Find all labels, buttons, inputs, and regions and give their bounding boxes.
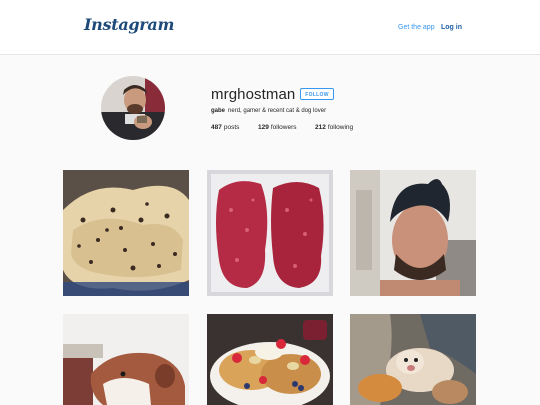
- follow-button[interactable]: FOLLOW: [300, 88, 334, 100]
- profile-bio: gabe nerd, gamer & recent cat & dog lover: [211, 108, 326, 114]
- post-thumbnail-cookie-dough[interactable]: [63, 170, 189, 296]
- followers-count: 129: [258, 124, 269, 131]
- post-thumbnail-ground-meat[interactable]: [207, 170, 333, 296]
- post-thumbnail-dog-lap[interactable]: [350, 314, 476, 405]
- posts-stat: 487 posts: [211, 124, 239, 131]
- instagram-logo[interactable]: Instagram: [84, 15, 174, 34]
- following-count: 212: [315, 124, 326, 131]
- followers-stat[interactable]: 129 followers: [258, 124, 297, 131]
- post-thumbnail-selfie[interactable]: [350, 170, 476, 296]
- log-in-link[interactable]: Log in: [441, 24, 462, 31]
- profile-full-name: gabe: [211, 108, 226, 114]
- post-thumbnail-dog[interactable]: [63, 314, 189, 405]
- post-thumbnail-pancakes[interactable]: [207, 314, 333, 405]
- profile-avatar[interactable]: [101, 76, 165, 140]
- profile-bio-text: nerd, gamer & recent cat & dog lover: [228, 108, 327, 114]
- following-stat[interactable]: 212 following: [315, 124, 353, 131]
- get-the-app-link[interactable]: Get the app: [398, 24, 435, 31]
- followers-label: followers: [270, 124, 297, 131]
- profile-username: mrghostman: [211, 86, 296, 103]
- following-label: following: [327, 124, 354, 131]
- posts-label: posts: [223, 124, 240, 131]
- top-navigation-bar: Instagram Get the app Log in: [0, 0, 540, 55]
- posts-count: 487: [211, 124, 222, 131]
